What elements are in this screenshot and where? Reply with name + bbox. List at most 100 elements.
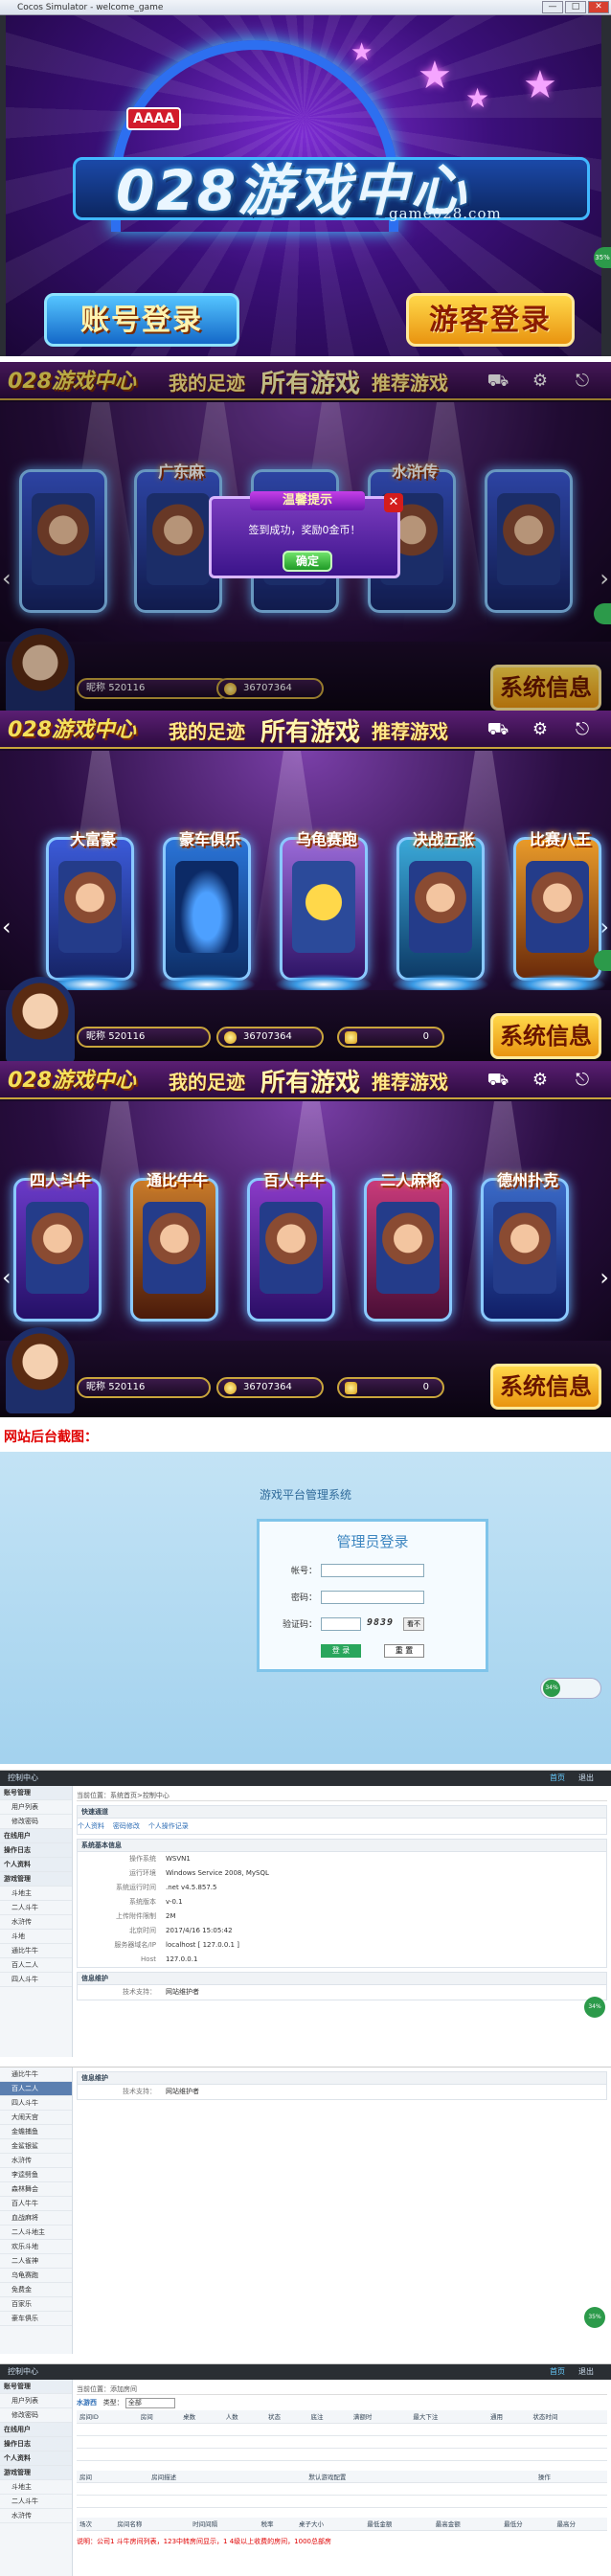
modal-ok-button[interactable]: 确定 [283, 551, 332, 572]
sidebar-group[interactable]: 在线用户 [0, 1829, 72, 1843]
reset-button[interactable]: 重 置 [384, 1644, 424, 1658]
sidebar-item[interactable]: 免费金 [0, 2283, 72, 2297]
cart-icon[interactable]: ⛟ [487, 718, 509, 741]
home-link[interactable]: 首页 [550, 1771, 565, 1786]
avatar[interactable] [6, 1327, 75, 1413]
sidebar-group[interactable]: 操作日志 [0, 2437, 72, 2452]
side-percent-badge[interactable] [594, 950, 611, 971]
sidebar-item[interactable]: 用户列表 [0, 2394, 72, 2408]
cart-icon[interactable]: ⛟ [487, 370, 509, 393]
guest-login-button[interactable]: 游客登录 [406, 293, 575, 347]
side-percent-badge[interactable] [594, 603, 611, 624]
game-card-wugui[interactable]: 乌龟赛跑 [275, 830, 373, 995]
sidebar-item[interactable]: 水浒传 [0, 2509, 72, 2523]
sidebar-item[interactable]: 通比牛牛 [0, 2068, 72, 2082]
sidebar-group[interactable]: 个人资料 [0, 1858, 72, 1872]
arrow-right-icon[interactable]: › [600, 1264, 609, 1291]
link-profile[interactable]: 个人资料 [78, 1822, 104, 1830]
close-icon[interactable]: ✕ [384, 493, 403, 512]
arrow-left-icon[interactable]: ‹ [2, 1264, 11, 1291]
arrow-left-icon[interactable]: ‹ [2, 914, 11, 940]
game-card[interactable] [485, 469, 573, 613]
account-login-button[interactable]: 账号登录 [44, 293, 239, 347]
side-percent-badge[interactable]: 35% [594, 247, 611, 268]
captcha-image[interactable]: 9839 [367, 1617, 394, 1628]
sidebar-item[interactable]: 水浒传 [0, 1915, 72, 1930]
game-card-juezhan[interactable]: 决战五张 [392, 830, 489, 995]
exit-icon[interactable]: ⎋ [571, 370, 594, 393]
avatar[interactable] [6, 628, 75, 714]
sidebar-item[interactable]: 通比牛牛 [0, 1944, 72, 1958]
sidebar-item[interactable]: 金蟾捕鱼 [0, 2125, 72, 2139]
cart-icon[interactable]: ⛟ [487, 1069, 509, 1092]
maximize-button[interactable]: □ [565, 1, 586, 13]
system-info-button[interactable]: 系统信息 [490, 665, 601, 711]
tab-all-games[interactable]: 所有游戏 [260, 1063, 360, 1098]
sidebar-group[interactable]: 游戏管理 [0, 2466, 72, 2480]
password-input[interactable] [321, 1591, 424, 1604]
system-info-button[interactable]: 系统信息 [490, 1013, 601, 1059]
exit-icon[interactable]: ⎋ [571, 1069, 594, 1092]
link-log[interactable]: 个人操作记录 [148, 1822, 189, 1830]
sidebar-item[interactable]: 四人斗牛 [0, 1973, 72, 1987]
game-card-bairenniuniu[interactable]: 百人牛牛 [247, 1171, 335, 1322]
logout-link[interactable]: 退出 [578, 2364, 594, 2380]
sidebar-item[interactable]: 金鲨银鲨 [0, 2139, 72, 2154]
login-button[interactable]: 登 录 [321, 1644, 361, 1658]
sidebar-item[interactable]: 水浒传 [0, 2154, 72, 2168]
sidebar-item-active[interactable]: 百人二人 [0, 2082, 72, 2096]
sidebar-group[interactable]: 操作日志 [0, 1843, 72, 1858]
system-info-button[interactable]: 系统信息 [490, 1364, 601, 1410]
sidebar-item[interactable]: 四人斗牛 [0, 2096, 72, 2111]
game-card-errenmajiang[interactable]: 二人麻将 [364, 1171, 452, 1322]
arrow-right-icon[interactable]: › [600, 565, 609, 592]
sidebar-item[interactable]: 乌龟赛跑 [0, 2269, 72, 2283]
sidebar-item[interactable]: 森林舞会 [0, 2182, 72, 2197]
sidebar-item[interactable]: 李逵劈鱼 [0, 2168, 72, 2182]
type-select[interactable]: 全部 [124, 2397, 175, 2408]
game-card-haoche[interactable]: 豪车俱乐 [158, 830, 256, 995]
speed-widget[interactable]: 35% [584, 2307, 605, 2328]
arrow-left-icon[interactable]: ‹ [2, 565, 11, 592]
tab-recommended[interactable]: 推荐游戏 [372, 716, 448, 744]
exit-icon[interactable]: ⎋ [571, 718, 594, 741]
sidebar-item[interactable]: 百家乐 [0, 2297, 72, 2312]
link-password[interactable]: 密码修改 [113, 1822, 140, 1830]
sidebar-item[interactable]: 修改密码 [0, 1815, 72, 1829]
support-link[interactable]: 网站维护者 [166, 2085, 199, 2099]
gear-icon[interactable]: ⚙ [529, 718, 552, 741]
speed-widget[interactable]: 34% [584, 1997, 605, 2018]
game-card-tongbiniuniu[interactable]: 通比牛牛 [130, 1171, 218, 1322]
tab-my-history[interactable]: 我的足迹 [169, 368, 245, 395]
tab-recommended[interactable]: 推荐游戏 [372, 1067, 448, 1095]
sidebar-item[interactable]: 斗地 [0, 1930, 72, 1944]
sidebar-item[interactable]: 二人斗牛 [0, 1901, 72, 1915]
logout-link[interactable]: 退出 [578, 1771, 594, 1786]
tab-all-games[interactable]: 所有游戏 [260, 364, 360, 399]
game-card-dafuhao[interactable]: 大富豪 [41, 830, 139, 995]
sidebar-item[interactable]: 修改密码 [0, 2408, 72, 2423]
sidebar-group[interactable]: 在线用户 [0, 2423, 72, 2437]
gear-icon[interactable]: ⚙ [529, 370, 552, 393]
sidebar-group[interactable]: 账号管理 [0, 2380, 72, 2394]
sidebar-group[interactable]: 个人资料 [0, 2452, 72, 2466]
sidebar-group[interactable]: 游戏管理 [0, 1872, 72, 1887]
sidebar-item[interactable]: 斗地主 [0, 1887, 72, 1901]
support-link[interactable]: 网站维护者 [166, 1985, 199, 2000]
sidebar-item[interactable]: 二人斗牛 [0, 2495, 72, 2509]
game-card-sirendouniu[interactable]: 四人斗牛 [13, 1171, 102, 1322]
home-link[interactable]: 首页 [550, 2364, 565, 2380]
sidebar-item[interactable]: 百人二人 [0, 1958, 72, 1973]
captcha-refresh-button[interactable]: 看不 [403, 1617, 424, 1631]
tab-all-games[interactable]: 所有游戏 [260, 712, 360, 748]
game-card-texas[interactable]: 德州扑克 [481, 1171, 569, 1322]
game-card-bisai[interactable]: 比赛八王 [509, 830, 606, 995]
captcha-input[interactable] [321, 1617, 361, 1631]
sidebar-item[interactable]: 用户列表 [0, 1800, 72, 1815]
minimize-button[interactable]: — [542, 1, 563, 13]
sidebar-item[interactable]: 百人牛牛 [0, 2197, 72, 2211]
sidebar-item[interactable]: 二人斗地主 [0, 2226, 72, 2240]
sidebar-group[interactable]: 账号管理 [0, 1786, 72, 1800]
speed-widget[interactable]: 34% [540, 1678, 601, 1699]
avatar[interactable] [6, 977, 75, 1063]
